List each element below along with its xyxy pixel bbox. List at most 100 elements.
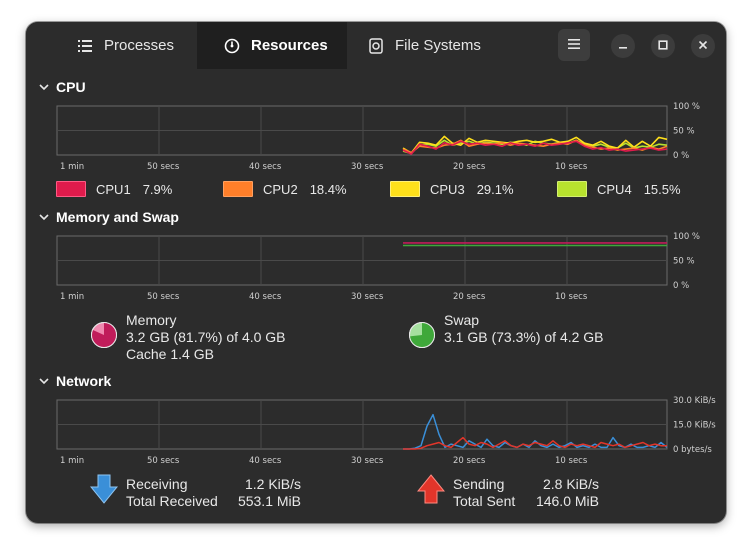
- cpu-time-tick: 40 secs: [249, 162, 282, 172]
- cpu1-legend: CPU1 7.9%: [56, 181, 172, 197]
- cpu3-color-swatch[interactable]: [390, 181, 420, 197]
- swap-pie-chart: [409, 322, 435, 348]
- cpu3-legend: CPU3 29.1%: [390, 181, 514, 197]
- cpu-time-tick: 20 secs: [453, 162, 486, 172]
- memory-usage: 3.2 GB (81.7%) of 4.0 GB: [126, 329, 286, 345]
- swap-title: Swap: [444, 312, 480, 328]
- memory-time-tick: 20 secs: [453, 292, 486, 302]
- total-sent-label: Total Sent: [453, 493, 516, 509]
- tab-file-systems[interactable]: File Systems: [367, 22, 481, 69]
- swap-pie[interactable]: [408, 321, 436, 354]
- cpu3-label: CPU3: [430, 181, 465, 197]
- sending-values: 2.8 KiB/s 146.0 MiB: [523, 476, 599, 510]
- disk-icon: [367, 37, 385, 55]
- cpu1-color-swatch[interactable]: [56, 181, 86, 197]
- memory-section-toggle[interactable]: Memory and Swap: [38, 209, 179, 225]
- cpu2-color-swatch[interactable]: [223, 181, 253, 197]
- cpu4-value: 15.5%: [643, 181, 681, 197]
- receiving-values: 1.2 KiB/s 553.1 MiB: [226, 476, 301, 510]
- upload-arrow-icon[interactable]: [416, 474, 446, 509]
- swap-info: Swap 3.1 GB (73.3%) of 4.2 GB: [444, 312, 604, 346]
- network-value-tick: 15.0 KiB/s: [673, 421, 716, 431]
- tab-file-systems-label: File Systems: [395, 37, 481, 54]
- list-icon: [76, 37, 94, 55]
- sending-labels: Sending Total Sent: [453, 476, 515, 510]
- network-section-toggle[interactable]: Network: [38, 373, 111, 389]
- cpu-value-tick: 0 %: [673, 151, 689, 161]
- cpu1-value: 7.9%: [142, 181, 173, 197]
- cpu4-color-swatch[interactable]: [557, 181, 587, 197]
- download-arrow-icon[interactable]: [89, 474, 119, 509]
- cpu-time-tick: 10 secs: [555, 162, 588, 172]
- receiving-labels: Receiving Total Received: [126, 476, 218, 510]
- tab-resources[interactable]: Resources: [197, 22, 347, 69]
- memory-pie-chart: [91, 322, 117, 348]
- memory-title: Memory: [126, 312, 177, 328]
- network-time-tick: 20 secs: [453, 456, 486, 466]
- header-bar: Processes Resources File Systems: [26, 22, 726, 69]
- sending-value: 2.8 KiB/s: [542, 476, 599, 492]
- cpu-time-tick: 50 secs: [147, 162, 180, 172]
- network-time-tick: 10 secs: [555, 456, 588, 466]
- memory-time-tick: 40 secs: [249, 292, 282, 302]
- total-received-label: Total Received: [126, 493, 218, 509]
- chevron-down-icon: [38, 211, 50, 223]
- memory-time-tick: 30 secs: [351, 292, 384, 302]
- network-history-graph: 1 min 50 secs 40 secs 30 secs 20 secs 10 secs…: [56, 396, 716, 466]
- network-value-tick: 30.0 KiB/s: [673, 396, 716, 406]
- sending-label: Sending: [453, 476, 505, 492]
- minimize-icon: [618, 37, 628, 55]
- receiving-value: 1.2 KiB/s: [244, 476, 301, 492]
- minimize-button[interactable]: [611, 34, 635, 58]
- hamburger-icon: [568, 36, 580, 54]
- memory-cache: Cache 1.4 GB: [126, 346, 214, 362]
- maximize-button[interactable]: [651, 34, 675, 58]
- cpu1-history-line: [402, 140, 668, 155]
- cpu3-value: 29.1%: [476, 181, 514, 197]
- swap-usage: 3.1 GB (73.3%) of 4.2 GB: [444, 329, 604, 345]
- tab-resources-label: Resources: [251, 37, 328, 54]
- network-time-tick: 1 min: [60, 456, 84, 466]
- network-time-tick: 30 secs: [351, 456, 384, 466]
- memory-time-tick: 50 secs: [147, 292, 180, 302]
- memory-value-tick: 100 %: [673, 232, 700, 242]
- cpu-history-graph: 1 min 50 secs 40 secs 30 secs 20 secs 10 secs…: [56, 102, 700, 172]
- cpu-section-toggle[interactable]: CPU: [38, 79, 86, 95]
- network-value-tick: 0 bytes/s: [673, 445, 712, 455]
- cpu-section-title: CPU: [56, 79, 86, 95]
- tab-processes[interactable]: Processes: [76, 22, 174, 69]
- memory-section-title: Memory and Swap: [56, 209, 179, 225]
- memory-time-tick: 1 min: [60, 292, 84, 302]
- main-menu-button[interactable]: [558, 29, 590, 61]
- close-icon: [698, 37, 708, 55]
- memory-value-tick: 0 %: [673, 281, 689, 291]
- cpu-value-tick: 50 %: [673, 127, 695, 137]
- close-button[interactable]: [691, 34, 715, 58]
- memory-time-tick: 10 secs: [555, 292, 588, 302]
- tab-processes-label: Processes: [104, 37, 175, 54]
- cpu2-value: 18.4%: [309, 181, 347, 197]
- gauge-icon: [223, 37, 241, 55]
- total-sent-value: 146.0 MiB: [535, 493, 599, 509]
- maximize-icon: [658, 37, 668, 55]
- cpu-value-tick: 100 %: [673, 102, 700, 112]
- network-time-tick: 40 secs: [249, 456, 282, 466]
- memory-value-tick: 50 %: [673, 257, 695, 267]
- total-received-value: 553.1 MiB: [237, 493, 301, 509]
- cpu2-label: CPU2: [263, 181, 298, 197]
- memory-info: Memory 3.2 GB (81.7%) of 4.0 GB Cache 1.…: [126, 312, 286, 363]
- system-monitor-window: Processes Resources File Systems CPU 1 m…: [26, 22, 726, 523]
- cpu2-legend: CPU2 18.4%: [223, 181, 347, 197]
- cpu1-label: CPU1: [96, 181, 131, 197]
- network-time-tick: 50 secs: [147, 456, 180, 466]
- chevron-down-icon: [38, 81, 50, 93]
- chevron-down-icon: [38, 375, 50, 387]
- cpu-time-tick: 1 min: [60, 162, 84, 172]
- cpu4-legend: CPU4 15.5%: [557, 181, 681, 197]
- memory-pie[interactable]: [90, 321, 118, 354]
- cpu4-label: CPU4: [597, 181, 632, 197]
- cpu-time-tick: 30 secs: [351, 162, 384, 172]
- receiving-label: Receiving: [126, 476, 188, 492]
- memory-history-graph: 1 min 50 secs 40 secs 30 secs 20 secs 10 secs…: [56, 232, 700, 302]
- network-section-title: Network: [56, 373, 112, 389]
